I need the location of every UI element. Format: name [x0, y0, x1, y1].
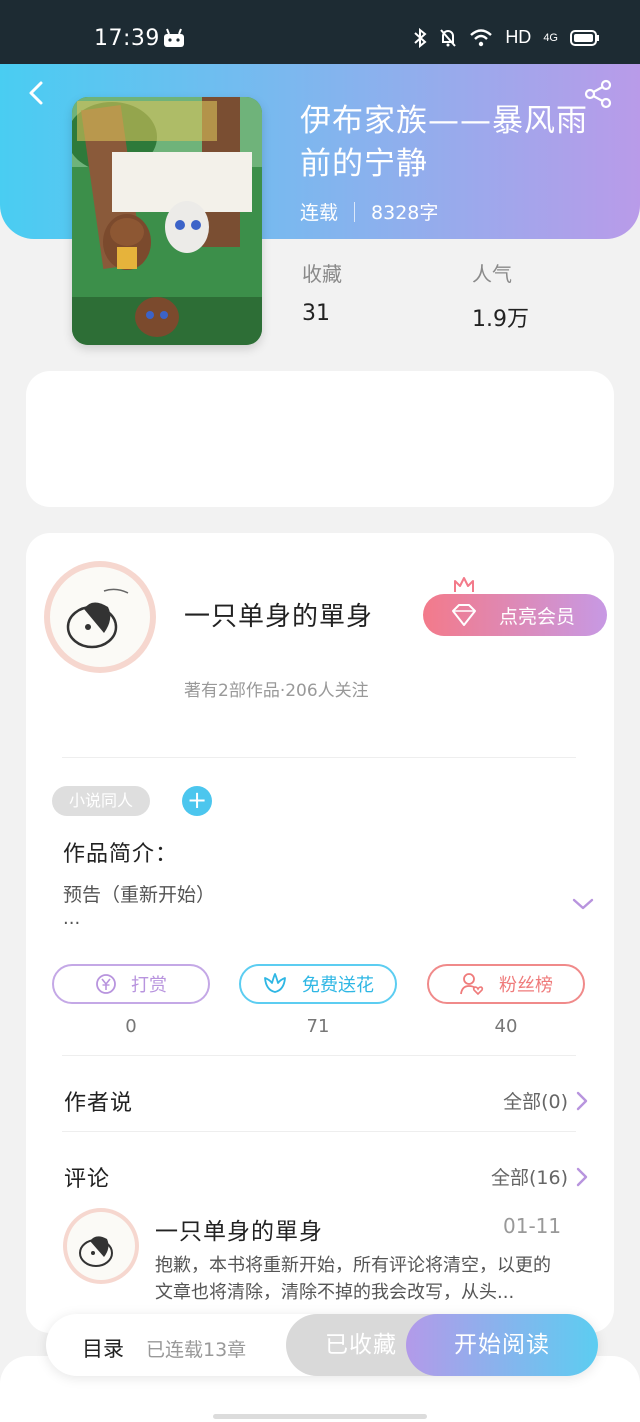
author-says-all-label: 全部(0) — [503, 1091, 568, 1113]
add-tag-button[interactable]: + — [182, 786, 212, 816]
crown-icon — [454, 577, 474, 592]
author-name[interactable]: 一只单身的單身 — [184, 596, 373, 633]
yuan-coin-icon — [96, 974, 116, 994]
comment-username[interactable]: 一只单身的單身 — [155, 1212, 323, 1246]
vip-button-label: 点亮会员 — [499, 605, 576, 628]
author-says-title: 作者说 — [64, 1091, 134, 1116]
meta-separator — [354, 201, 356, 222]
flower-icon — [264, 973, 286, 993]
network-indicator: 4G — [543, 31, 558, 44]
author-avatar[interactable] — [44, 561, 156, 673]
chevron-right-icon — [576, 1167, 588, 1186]
book-cover-image[interactable] — [72, 97, 262, 345]
app-notification-icon — [164, 28, 184, 47]
comments-all-label: 全部(16) — [490, 1167, 568, 1189]
fan-ranking-button[interactable]: 粉丝榜 — [427, 964, 585, 1004]
book-status: 连载 — [300, 202, 339, 224]
battery-icon — [570, 29, 599, 46]
intro-title: 作品简介： — [63, 842, 179, 867]
popularity-label: 人气 — [472, 262, 512, 286]
comment-text[interactable]: 抱歉，本书将重新开始，所有评论将清空，以更的文章也将清除，清除不掉的我会改写，从… — [155, 1252, 567, 1306]
user-heart-icon — [460, 973, 484, 996]
comments-all-link[interactable]: 全部(16) — [491, 1163, 588, 1190]
section-divider — [62, 757, 576, 758]
book-title: 伊布家族——暴风雨前的宁静 — [300, 103, 588, 182]
flower-count: 71 — [306, 1016, 330, 1037]
comments-title: 评论 — [64, 1167, 111, 1192]
chapter-count[interactable]: 已连载13章 — [146, 1335, 246, 1362]
status-icons: HD 4G — [413, 27, 600, 48]
favorites-label: 收藏 — [302, 262, 342, 286]
fan-count: 40 — [494, 1016, 518, 1037]
author-stats: 著有2部作品·206人关注 — [184, 681, 369, 701]
section-divider — [62, 1131, 576, 1132]
diamond-icon — [452, 604, 476, 626]
status-time: 17:39 — [94, 26, 160, 51]
section-divider — [62, 1055, 576, 1056]
book-word-count: 8328字 — [371, 202, 439, 224]
favorites-stat: 收藏 31 — [302, 258, 342, 326]
status-bar: 17:39 HD 4G — [0, 0, 640, 64]
home-indicator[interactable] — [213, 1414, 427, 1419]
send-flower-label: 免费送花 — [302, 975, 374, 996]
table-of-contents-button[interactable]: 目录 — [82, 1333, 124, 1363]
popularity-value: 1.9万 — [472, 307, 529, 332]
author-says-all-link[interactable]: 全部(0) — [503, 1087, 588, 1114]
tip-count: 0 — [125, 1016, 137, 1037]
comment-date: 01-11 — [503, 1214, 562, 1238]
back-arrow-icon[interactable] — [24, 80, 50, 106]
fan-ranking-label: 粉丝榜 — [499, 975, 553, 996]
send-flower-button[interactable]: 免费送花 — [239, 964, 397, 1004]
category-tag[interactable]: 小说同人 — [52, 786, 150, 816]
intro-text: 预告（重新开始） — [63, 884, 216, 906]
commenter-avatar[interactable] — [63, 1208, 139, 1284]
favorites-value: 31 — [302, 301, 330, 326]
chevron-down-icon[interactable] — [571, 896, 595, 912]
hd-indicator: HD — [505, 27, 532, 47]
chevron-right-icon — [576, 1091, 588, 1110]
tip-label: 打赏 — [131, 975, 167, 996]
intro-ellipsis: ... — [63, 908, 81, 929]
start-reading-button[interactable]: 开始阅读 — [406, 1314, 598, 1376]
bluetooth-icon — [414, 27, 427, 48]
banner-card — [26, 371, 614, 507]
wifi-icon — [470, 28, 493, 46]
tip-button[interactable]: 打赏 — [52, 964, 210, 1004]
popularity-stat: 人气 1.9万 — [472, 258, 529, 333]
book-meta: 连载 8328字 — [300, 198, 438, 225]
mute-bell-icon — [440, 28, 457, 47]
vip-membership-button[interactable]: 点亮会员 — [423, 594, 607, 636]
